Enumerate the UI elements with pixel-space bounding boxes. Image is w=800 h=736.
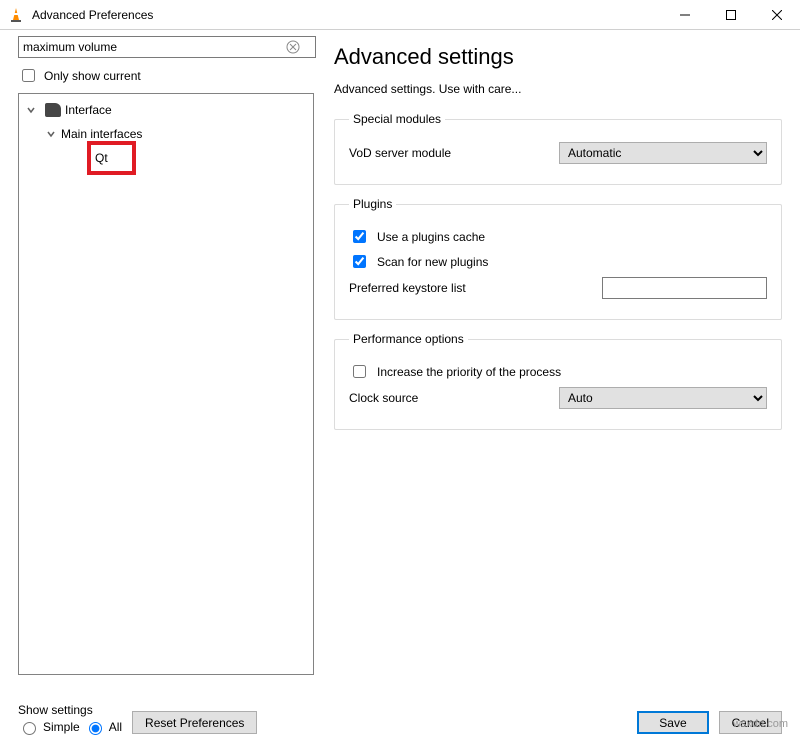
tree-item-main-interfaces[interactable]: Main interfaces — [19, 122, 313, 146]
highlight-annotation: Qt — [87, 141, 136, 175]
titlebar: Advanced Preferences — [0, 0, 800, 30]
group-special-modules: Special modules VoD server module Automa… — [334, 112, 782, 185]
radio-simple[interactable]: Simple — [18, 719, 80, 735]
watermark: wsxdn.com — [733, 718, 788, 730]
clear-search-icon[interactable] — [286, 40, 300, 54]
group-performance: Performance options Increase the priorit… — [334, 332, 782, 430]
only-show-current-checkbox[interactable] — [22, 69, 35, 82]
scan-plugins-checkbox[interactable] — [353, 255, 366, 268]
search-input[interactable] — [18, 36, 316, 58]
priority-label: Increase the priority of the process — [377, 365, 561, 379]
tree-label: Interface — [65, 103, 112, 117]
group-legend: Performance options — [349, 332, 468, 346]
keystore-input[interactable] — [602, 277, 767, 299]
clock-source-select[interactable]: Auto — [559, 387, 767, 409]
vod-server-select[interactable]: Automatic — [559, 142, 767, 164]
vlc-icon — [8, 7, 24, 23]
page-title: Advanced settings — [334, 44, 782, 70]
window-title: Advanced Preferences — [32, 8, 153, 22]
vod-label: VoD server module — [349, 146, 559, 160]
footer: Show settings Simple All Reset Preferenc… — [0, 675, 800, 735]
reset-preferences-button[interactable]: Reset Preferences — [132, 711, 257, 734]
group-plugins: Plugins Use a plugins cache Scan for new… — [334, 197, 782, 320]
priority-checkbox[interactable] — [353, 365, 366, 378]
tree-label: Main interfaces — [61, 127, 142, 141]
group-legend: Special modules — [349, 112, 445, 126]
maximize-button[interactable] — [708, 0, 754, 30]
tree-label: Qt — [95, 151, 108, 165]
group-legend: Plugins — [349, 197, 396, 211]
scan-plugins-label: Scan for new plugins — [377, 255, 488, 269]
plugins-cache-checkbox[interactable] — [353, 230, 366, 243]
left-pane: Only show current Interface Main interfa… — [0, 30, 322, 675]
clock-source-label: Clock source — [349, 391, 559, 405]
interface-icon — [45, 103, 61, 117]
chevron-down-icon — [25, 104, 37, 116]
close-button[interactable] — [754, 0, 800, 30]
tree-item-interface[interactable]: Interface — [19, 98, 313, 122]
right-pane: Advanced settings Advanced settings. Use… — [322, 30, 800, 675]
show-settings-label: Show settings — [18, 703, 122, 717]
radio-all[interactable]: All — [84, 719, 122, 735]
chevron-down-icon — [45, 128, 57, 140]
save-button[interactable]: Save — [637, 711, 708, 734]
minimize-button[interactable] — [662, 0, 708, 30]
tree-item-qt[interactable]: Qt — [19, 146, 313, 170]
category-tree: Interface Main interfaces Qt — [18, 93, 314, 675]
page-subtitle: Advanced settings. Use with care... — [334, 82, 782, 96]
keystore-label: Preferred keystore list — [349, 281, 559, 295]
only-show-current-label: Only show current — [44, 69, 141, 83]
plugins-cache-label: Use a plugins cache — [377, 230, 485, 244]
